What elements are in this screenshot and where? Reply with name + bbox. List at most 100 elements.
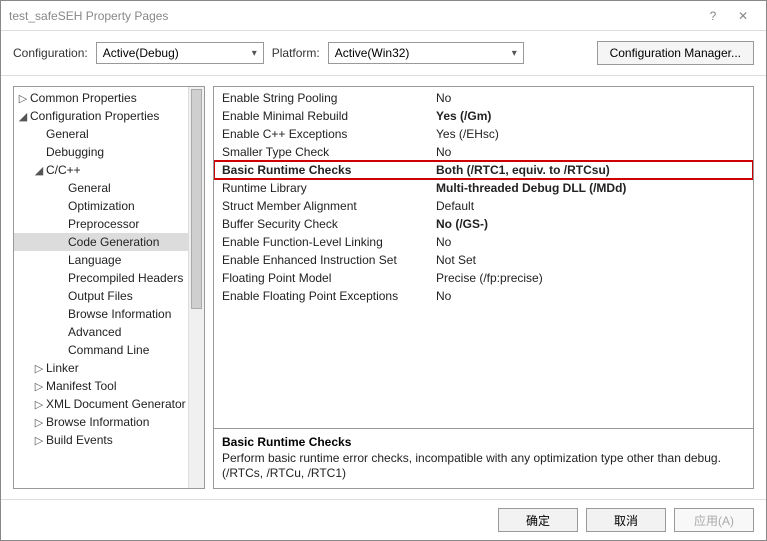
tree-item-label: C/C++ bbox=[46, 163, 81, 177]
tree-item[interactable]: ▷XML Document Generator bbox=[14, 395, 204, 413]
titlebar: test_safeSEH Property Pages ? ✕ bbox=[1, 1, 766, 31]
tree-expander-icon[interactable]: ▷ bbox=[32, 362, 46, 375]
platform-combo[interactable]: Active(Win32) ▾ bbox=[328, 42, 524, 64]
property-name: Enable Minimal Rebuild bbox=[214, 109, 432, 123]
tree[interactable]: ▷Common Properties◢Configuration Propert… bbox=[14, 87, 204, 488]
tree-expander-icon[interactable]: ▷ bbox=[16, 92, 30, 105]
tree-item[interactable]: Advanced bbox=[14, 323, 204, 341]
property-value[interactable]: No bbox=[432, 145, 753, 159]
configuration-value: Active(Debug) bbox=[103, 46, 179, 60]
tree-item-label: Build Events bbox=[46, 433, 113, 447]
tree-expander-icon[interactable]: ◢ bbox=[32, 164, 46, 177]
property-row[interactable]: Struct Member AlignmentDefault bbox=[214, 197, 753, 215]
tree-item[interactable]: Debugging bbox=[14, 143, 204, 161]
property-row[interactable]: Smaller Type CheckNo bbox=[214, 143, 753, 161]
property-name: Runtime Library bbox=[214, 181, 432, 195]
property-name: Buffer Security Check bbox=[214, 217, 432, 231]
property-row[interactable]: Runtime LibraryMulti-threaded Debug DLL … bbox=[214, 179, 753, 197]
tree-expander-icon[interactable]: ▷ bbox=[32, 398, 46, 411]
property-name: Smaller Type Check bbox=[214, 145, 432, 159]
property-row[interactable]: Floating Point ModelPrecise (/fp:precise… bbox=[214, 269, 753, 287]
property-name: Enable String Pooling bbox=[214, 91, 432, 105]
tree-item-label: General bbox=[68, 181, 111, 195]
property-row[interactable]: Enable Function-Level LinkingNo bbox=[214, 233, 753, 251]
configuration-manager-button[interactable]: Configuration Manager... bbox=[597, 41, 754, 65]
help-button[interactable]: ? bbox=[698, 9, 728, 23]
property-value[interactable]: Both (/RTC1, equiv. to /RTCsu) bbox=[432, 163, 753, 177]
tree-expander-icon[interactable]: ▷ bbox=[32, 416, 46, 429]
ok-button[interactable]: 确定 bbox=[498, 508, 578, 532]
tree-item[interactable]: Browse Information bbox=[14, 305, 204, 323]
tree-item[interactable]: Command Line bbox=[14, 341, 204, 359]
property-value[interactable]: Not Set bbox=[432, 253, 753, 267]
property-name: Enable Enhanced Instruction Set bbox=[214, 253, 432, 267]
chevron-down-icon: ▾ bbox=[252, 48, 257, 59]
property-name: Enable Floating Point Exceptions bbox=[214, 289, 432, 303]
property-value[interactable]: No bbox=[432, 91, 753, 105]
property-value[interactable]: Yes (/Gm) bbox=[432, 109, 753, 123]
property-row[interactable]: Enable Minimal RebuildYes (/Gm) bbox=[214, 107, 753, 125]
property-value[interactable]: No bbox=[432, 289, 753, 303]
property-name: Basic Runtime Checks bbox=[214, 163, 432, 177]
tree-item[interactable]: ◢C/C++ bbox=[14, 161, 204, 179]
tree-scrollbar[interactable] bbox=[188, 87, 204, 488]
tree-item-label: Preprocessor bbox=[68, 217, 139, 231]
tree-item[interactable]: Output Files bbox=[14, 287, 204, 305]
property-row[interactable]: Basic Runtime ChecksBoth (/RTC1, equiv. … bbox=[214, 161, 753, 179]
tree-item-label: Output Files bbox=[68, 289, 133, 303]
tree-item-label: Browse Information bbox=[46, 415, 149, 429]
tree-expander-icon[interactable]: ◢ bbox=[16, 110, 30, 123]
tree-item[interactable]: ▷Browse Information bbox=[14, 413, 204, 431]
tree-item[interactable]: Code Generation bbox=[14, 233, 204, 251]
tree-item-label: Code Generation bbox=[68, 235, 159, 249]
property-value[interactable]: No bbox=[432, 235, 753, 249]
description-title: Basic Runtime Checks bbox=[222, 435, 745, 449]
tree-item-label: Configuration Properties bbox=[30, 109, 159, 123]
chevron-down-icon: ▾ bbox=[512, 48, 517, 59]
tree-item[interactable]: ◢Configuration Properties bbox=[14, 107, 204, 125]
property-name: Struct Member Alignment bbox=[214, 199, 432, 213]
tree-item-label: Advanced bbox=[68, 325, 121, 339]
scrollbar-thumb[interactable] bbox=[191, 89, 202, 309]
property-value[interactable]: Yes (/EHsc) bbox=[432, 127, 753, 141]
body: ▷Common Properties◢Configuration Propert… bbox=[1, 76, 766, 499]
property-value[interactable]: Precise (/fp:precise) bbox=[432, 271, 753, 285]
tree-item-label: Debugging bbox=[46, 145, 104, 159]
tree-item-label: Optimization bbox=[68, 199, 135, 213]
property-row[interactable]: Buffer Security CheckNo (/GS-) bbox=[214, 215, 753, 233]
configuration-combo[interactable]: Active(Debug) ▾ bbox=[96, 42, 264, 64]
property-grid[interactable]: Enable String PoolingNoEnable Minimal Re… bbox=[214, 87, 753, 428]
tree-item[interactable]: Precompiled Headers bbox=[14, 269, 204, 287]
tree-item[interactable]: ▷Build Events bbox=[14, 431, 204, 449]
property-value[interactable]: No (/GS-) bbox=[432, 217, 753, 231]
tree-item[interactable]: General bbox=[14, 179, 204, 197]
tree-item[interactable]: ▷Common Properties bbox=[14, 89, 204, 107]
property-row[interactable]: Enable String PoolingNo bbox=[214, 89, 753, 107]
platform-value: Active(Win32) bbox=[335, 46, 410, 60]
platform-label: Platform: bbox=[272, 46, 320, 60]
property-row[interactable]: Enable C++ ExceptionsYes (/EHsc) bbox=[214, 125, 753, 143]
tree-expander-icon[interactable]: ▷ bbox=[32, 434, 46, 447]
tree-expander-icon[interactable]: ▷ bbox=[32, 380, 46, 393]
description-panel: Basic Runtime Checks Perform basic runti… bbox=[214, 428, 753, 488]
property-row[interactable]: Enable Enhanced Instruction SetNot Set bbox=[214, 251, 753, 269]
tree-item[interactable]: Language bbox=[14, 251, 204, 269]
tree-item[interactable]: ▷Linker bbox=[14, 359, 204, 377]
configuration-label: Configuration: bbox=[13, 46, 88, 60]
property-value[interactable]: Default bbox=[432, 199, 753, 213]
tree-item-label: XML Document Generator bbox=[46, 397, 186, 411]
tree-panel: ▷Common Properties◢Configuration Propert… bbox=[13, 86, 205, 489]
tree-item[interactable]: ▷Manifest Tool bbox=[14, 377, 204, 395]
property-name: Enable Function-Level Linking bbox=[214, 235, 432, 249]
property-row[interactable]: Enable Floating Point ExceptionsNo bbox=[214, 287, 753, 305]
property-name: Enable C++ Exceptions bbox=[214, 127, 432, 141]
footer: 确定 取消 应用(A) bbox=[1, 499, 766, 540]
property-pages-window: test_safeSEH Property Pages ? ✕ Configur… bbox=[0, 0, 767, 541]
tree-item[interactable]: Optimization bbox=[14, 197, 204, 215]
close-button[interactable]: ✕ bbox=[728, 9, 758, 23]
property-value[interactable]: Multi-threaded Debug DLL (/MDd) bbox=[432, 181, 753, 195]
cancel-button[interactable]: 取消 bbox=[586, 508, 666, 532]
tree-item-label: Linker bbox=[46, 361, 79, 375]
tree-item[interactable]: General bbox=[14, 125, 204, 143]
tree-item[interactable]: Preprocessor bbox=[14, 215, 204, 233]
